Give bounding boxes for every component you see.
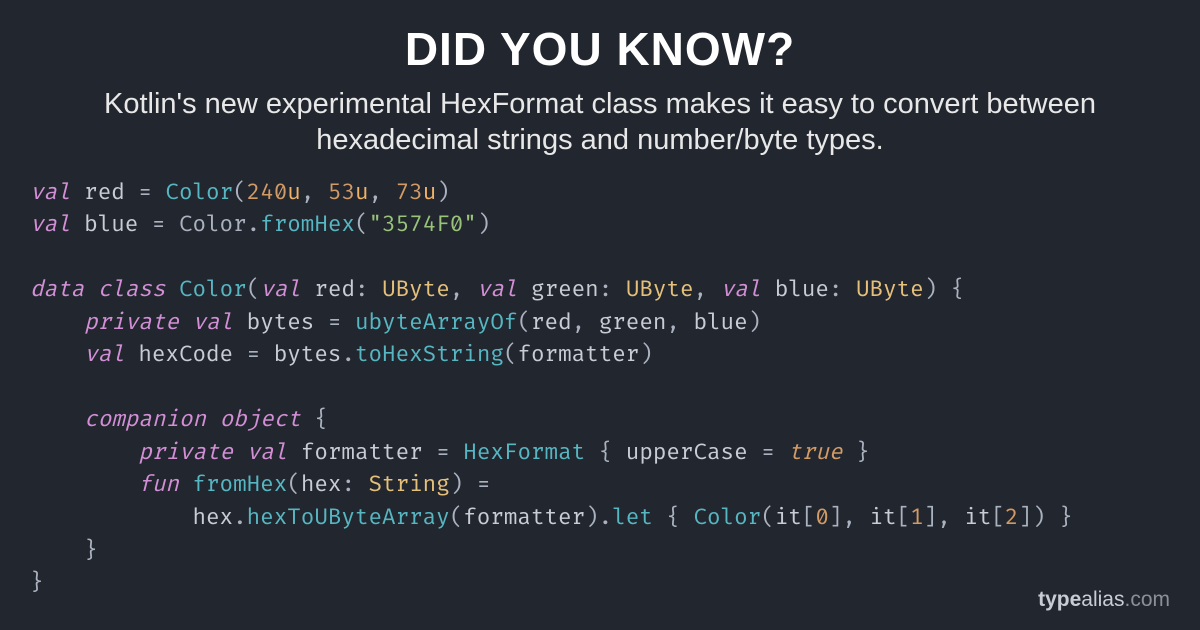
heading: Did You Know?	[0, 0, 1200, 76]
branding-light: .com	[1124, 588, 1170, 611]
code-line-11: hex.hexToUByteArray(formatter).let { Col…	[30, 504, 1073, 531]
code-line-5: private val bytes = ubyteArrayOf(red, gr…	[30, 309, 761, 336]
code-line-9: private val formatter = HexFormat { uppe…	[30, 439, 870, 466]
branding-mid: alias	[1081, 588, 1124, 611]
code-line-4: data class Color(val red: UByte, val gre…	[30, 276, 964, 303]
code-block: val red = Color(240u, 53u, 73u) val blue…	[0, 159, 1200, 600]
code-line-13: }	[30, 569, 44, 596]
code-line-2: val blue = Color.fromHex("3574F0")	[30, 211, 490, 238]
code-line-1: val red = Color(240u, 53u, 73u)	[30, 179, 450, 206]
code-line-12: }	[30, 537, 98, 564]
code-line-10: fun fromHex(hex: String) =	[30, 471, 490, 498]
code-line-6: val hexCode = bytes.toHexString(formatte…	[30, 341, 653, 368]
subtitle: Kotlin's new experimental HexFormat clas…	[0, 76, 1200, 159]
branding-bold: type	[1038, 588, 1081, 611]
code-line-8: companion object {	[30, 406, 328, 433]
branding: typealias.com	[1038, 588, 1170, 612]
